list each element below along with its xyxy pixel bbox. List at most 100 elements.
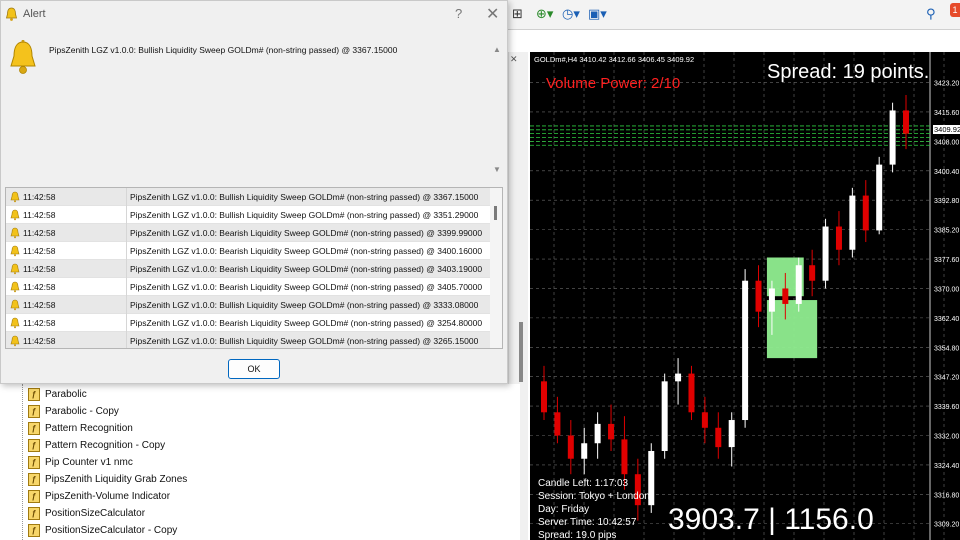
candle-body: [768, 288, 775, 312]
list-item[interactable]: 11:42:58 PipsZenith LGZ v1.0.0: Bearish …: [6, 242, 490, 260]
list-item[interactable]: 11:42:58 PipsZenith LGZ v1.0.0: Bullish …: [6, 206, 490, 224]
ok-button[interactable]: OK: [228, 359, 280, 379]
alert-row-message: PipsZenith LGZ v1.0.0: Bullish Liquidity…: [130, 336, 479, 346]
candle-body: [876, 164, 883, 231]
navigator-item-label: Pip Counter v1 nmc: [45, 457, 133, 468]
navigator-item[interactable]: ƒ PositionSizeCalculator - Copy: [22, 522, 177, 539]
navigator-item[interactable]: ƒ Pip Counter v1 nmc: [22, 454, 133, 471]
navigator-close-icon[interactable]: ✕: [510, 54, 518, 65]
indicator-icon: ƒ: [28, 524, 40, 537]
column-divider: [126, 332, 127, 348]
price-axis-label: 3316.80: [934, 492, 959, 499]
navigator-item-label: Pattern Recognition: [45, 423, 133, 434]
candle-body: [567, 435, 574, 459]
search-icon[interactable]: ⚲: [926, 4, 936, 26]
template-icon[interactable]: ▣▾: [588, 4, 607, 26]
candle-body: [849, 195, 856, 250]
indicator-icon: ƒ: [28, 439, 40, 452]
price-axis-label: 3354.80: [934, 345, 959, 352]
price-axis-label: 3309.20: [934, 522, 959, 529]
price-axis-label: 3332.00: [934, 434, 959, 441]
notification-badge-icon[interactable]: 1: [950, 3, 960, 17]
list-item[interactable]: 11:42:58 PipsZenith LGZ v1.0.0: Bullish …: [6, 296, 490, 314]
toolbar: ⊞ ⊕▾ ◷▾ ▣▾ ⚲: [508, 0, 960, 30]
scroll-up-icon[interactable]: ▲: [493, 45, 501, 54]
clock-icon[interactable]: ◷▾: [562, 4, 580, 26]
alert-row-message: PipsZenith LGZ v1.0.0: Bullish Liquidity…: [130, 210, 479, 220]
navigator-item[interactable]: ƒ Parabolic: [22, 386, 87, 403]
add-chart-icon[interactable]: ⊕▾: [536, 4, 553, 26]
price-chart[interactable]: 3423.20 3415.60 3408.00 3400.40 3392.80 3385.…: [530, 52, 960, 540]
candle-body: [742, 280, 749, 421]
alert-time: 11:42:58: [23, 300, 56, 310]
list-item[interactable]: 11:42:58 PipsZenith LGZ v1.0.0: Bearish …: [6, 278, 490, 296]
list-item[interactable]: 11:42:58 PipsZenith LGZ v1.0.0: Bearish …: [6, 314, 490, 332]
bell-icon: [5, 7, 18, 21]
server-time-label: Server Time: 10:42:57: [538, 517, 637, 528]
navigator-item-label: Parabolic: [45, 389, 87, 400]
candle-body: [621, 439, 628, 475]
list-item[interactable]: 11:42:58 PipsZenith LGZ v1.0.0: Bullish …: [6, 188, 490, 206]
candle-body: [782, 288, 789, 304]
list-scroll-thumb[interactable]: [494, 206, 497, 220]
navigator-item[interactable]: ƒ Pattern Recognition: [22, 420, 133, 437]
candle-body: [608, 423, 615, 440]
bell-icon: [10, 263, 20, 275]
indicator-icon: ƒ: [28, 507, 40, 520]
spread-label: Spread: 19 points.: [767, 61, 930, 83]
alert-titlebar[interactable]: Alert ? ✕: [1, 1, 507, 29]
navigator-item[interactable]: ƒ Pattern Recognition - Copy: [22, 437, 165, 454]
scroll-down-icon[interactable]: ▼: [493, 165, 501, 174]
price-axis-label: 3370.00: [934, 286, 959, 293]
navigator-item[interactable]: ƒ PositionSizeCalculator: [22, 505, 145, 522]
chart-canvas[interactable]: 3423.20 3415.60 3408.00 3400.40 3392.80 3385.…: [530, 52, 960, 540]
bell-icon: [10, 209, 20, 221]
alert-time: 11:42:58: [23, 228, 56, 238]
candle-body: [835, 226, 842, 250]
alert-title: Alert: [23, 8, 46, 20]
current-price-marker: 3409.92: [933, 125, 960, 134]
candle-body: [675, 373, 682, 382]
candle-body: [755, 280, 762, 312]
indicator-icon: ƒ: [28, 456, 40, 469]
column-divider: [126, 224, 127, 242]
list-scrollbar[interactable]: [490, 188, 502, 348]
navigator-panel: ƒ Parabolic ƒ Parabolic - Copy ƒ Pattern Re…: [0, 384, 520, 540]
alert-row-message: PipsZenith LGZ v1.0.0: Bearish Liquidity…: [130, 246, 483, 256]
crosshair-icon[interactable]: ⊞: [512, 4, 523, 26]
candle-body: [541, 381, 547, 413]
navigator-item[interactable]: ƒ PipsZenith Liquidity Grab Zones: [22, 471, 187, 488]
candle-body: [594, 423, 601, 444]
list-item[interactable]: 11:42:58 PipsZenith LGZ v1.0.0: Bearish …: [6, 260, 490, 278]
bell-icon: [10, 227, 20, 239]
candle-body: [795, 265, 802, 304]
price-axis-label: 3415.60: [934, 110, 959, 117]
candle-body: [688, 373, 695, 413]
candle-body: [661, 381, 668, 451]
list-item[interactable]: 11:42:58 PipsZenith LGZ v1.0.0: Bullish …: [6, 332, 490, 348]
column-divider: [126, 296, 127, 314]
candle-body: [903, 110, 909, 134]
candle-body: [862, 195, 869, 231]
help-button[interactable]: ?: [455, 6, 462, 21]
alert-time: 11:42:58: [23, 264, 56, 274]
navigator-scroll-thumb[interactable]: [519, 322, 523, 382]
alert-row-message: PipsZenith LGZ v1.0.0: Bearish Liquidity…: [130, 228, 483, 238]
candle-left-label: Candle Left: 1:17:03: [538, 478, 629, 489]
price-axis-label: 3324.40: [934, 463, 959, 470]
session-label: Session: Tokyo + London: [538, 491, 650, 502]
candle-body: [554, 412, 561, 436]
candle-body: [822, 226, 829, 281]
alert-time: 11:42:58: [23, 192, 56, 202]
list-item[interactable]: 11:42:58 PipsZenith LGZ v1.0.0: Bearish …: [6, 224, 490, 242]
alert-history-list[interactable]: 11:42:58 PipsZenith LGZ v1.0.0: Bullish …: [5, 187, 503, 349]
column-divider: [126, 206, 127, 224]
navigator-item[interactable]: ƒ Parabolic - Copy: [22, 403, 119, 420]
bell-icon: [10, 317, 20, 329]
price-axis-label: 3423.20: [934, 81, 959, 88]
alert-bell-icon: [10, 40, 36, 74]
close-button[interactable]: ✕: [486, 4, 499, 24]
navigator-item[interactable]: ƒ PipsZenith-Volume Indicator: [22, 488, 170, 505]
candle-body: [728, 420, 735, 448]
navigator-item-label: PositionSizeCalculator: [45, 508, 146, 519]
